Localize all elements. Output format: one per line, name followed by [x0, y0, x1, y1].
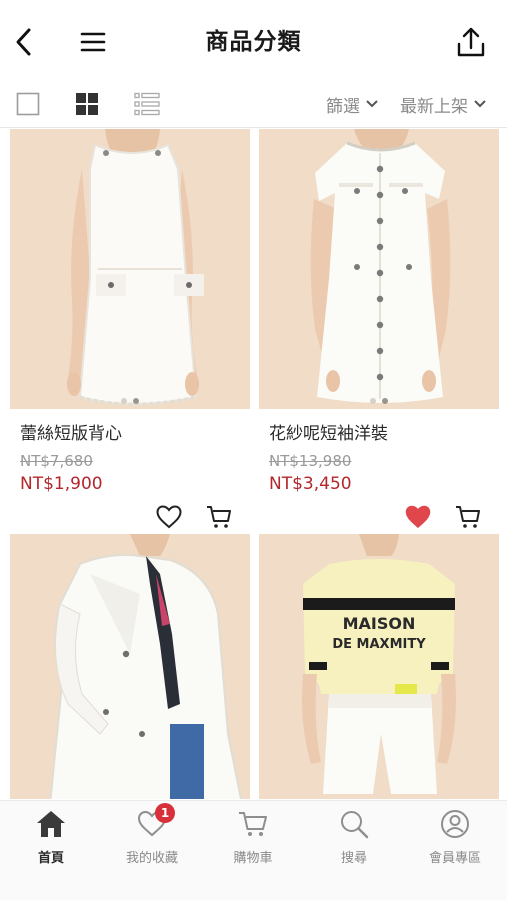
product-card[interactable]: 花紗呢短袖洋裝 NT$13,980 NT$3,450	[259, 129, 499, 535]
menu-button[interactable]	[76, 24, 110, 60]
nav-home-label: 首頁	[37, 851, 64, 866]
product-image[interactable]	[259, 129, 499, 409]
favorite-button[interactable]	[156, 505, 184, 531]
search-icon	[337, 807, 371, 841]
product-card[interactable]: MAISON DE MAXMITY	[259, 534, 499, 799]
carousel-dots	[259, 398, 499, 404]
carousel-dots	[10, 398, 250, 404]
sort-label: 最新上架	[400, 96, 468, 117]
share-upload-icon	[457, 27, 485, 57]
carousel-dot-active	[133, 398, 139, 404]
maison-sweater-illustration: MAISON DE MAXMITY	[259, 534, 499, 799]
single-view-button[interactable]	[12, 88, 44, 120]
sweater-text-line1: MAISON	[343, 614, 416, 633]
heart-outline-icon	[156, 505, 182, 529]
original-price: NT$7,680	[20, 452, 93, 470]
share-button[interactable]	[452, 22, 490, 62]
user-icon	[438, 807, 472, 841]
back-button[interactable]	[8, 24, 40, 60]
product-actions	[10, 495, 250, 535]
sort-dropdown[interactable]: 最新上架	[400, 88, 486, 120]
product-name[interactable]: 花紗呢短袖洋裝	[269, 423, 489, 447]
product-info: 花紗呢短袖洋裝 NT$13,980 NT$3,450	[259, 409, 499, 495]
nav-favorites-label: 我的收藏	[125, 851, 178, 866]
product-image[interactable]	[10, 534, 250, 799]
cart-icon	[456, 506, 480, 528]
blazer-illustration	[10, 534, 250, 799]
sale-price: NT$3,450	[269, 474, 352, 494]
hamburger-icon	[80, 32, 106, 52]
chevron-left-icon	[16, 28, 31, 56]
product-name[interactable]: 蕾絲短版背心	[20, 423, 240, 447]
chevron-down-icon	[366, 100, 378, 108]
carousel-dot	[121, 398, 127, 404]
product-image[interactable]	[10, 129, 250, 409]
add-to-cart-button[interactable]	[206, 505, 234, 531]
home-icon	[34, 807, 68, 841]
nav-cart-label: 購物車	[233, 851, 273, 866]
favorite-button[interactable]	[405, 505, 433, 531]
chevron-down-icon	[474, 100, 486, 108]
sweater-text-line2: DE MAXMITY	[332, 637, 426, 652]
top-app-bar: 商品分類	[0, 0, 507, 84]
grid-view-icon	[76, 93, 98, 115]
list-view-icon	[134, 92, 160, 116]
nav-favorites[interactable]: 1 我的收藏	[107, 803, 197, 871]
heart-filled-icon	[405, 505, 431, 528]
nav-search-label: 搜尋	[340, 851, 367, 866]
product-grid: 蕾絲短版背心 NT$7,680 NT$1,900 花紗呢短袖洋裝 NT$13,9…	[0, 129, 507, 799]
nav-member[interactable]: 會員專區	[410, 807, 500, 871]
heart-icon: 1	[135, 803, 175, 841]
nav-home[interactable]: 首頁	[6, 807, 96, 871]
product-info: 蕾絲短版背心 NT$7,680 NT$1,900	[10, 409, 250, 495]
product-actions	[259, 495, 499, 535]
carousel-dot-active	[382, 398, 388, 404]
grid-view-button[interactable]	[71, 88, 103, 120]
carousel-dot	[370, 398, 376, 404]
nav-cart[interactable]: 購物車	[208, 807, 298, 871]
cart-icon	[207, 506, 231, 528]
nav-member-label: 會員專區	[428, 851, 481, 866]
list-view-button[interactable]	[131, 88, 163, 120]
add-to-cart-button[interactable]	[455, 505, 483, 531]
lace-dress-illustration	[10, 129, 250, 409]
cart-icon	[236, 807, 270, 841]
filter-label: 篩選	[326, 96, 360, 117]
product-card[interactable]	[10, 534, 250, 799]
tweed-dress-illustration	[259, 129, 499, 409]
bottom-navigation: 首頁 1 我的收藏 購物車 搜尋 會員專區	[0, 800, 507, 900]
product-image[interactable]: MAISON DE MAXMITY	[259, 534, 499, 799]
sale-price: NT$1,900	[20, 474, 103, 494]
list-toolbar: 篩選 最新上架	[0, 84, 507, 128]
filter-dropdown[interactable]: 篩選	[326, 88, 378, 120]
square-view-icon	[16, 92, 40, 116]
product-card[interactable]: 蕾絲短版背心 NT$7,680 NT$1,900	[10, 129, 250, 535]
nav-search[interactable]: 搜尋	[309, 807, 399, 871]
original-price: NT$13,980	[269, 452, 352, 470]
favorites-count-badge: 1	[155, 803, 175, 823]
